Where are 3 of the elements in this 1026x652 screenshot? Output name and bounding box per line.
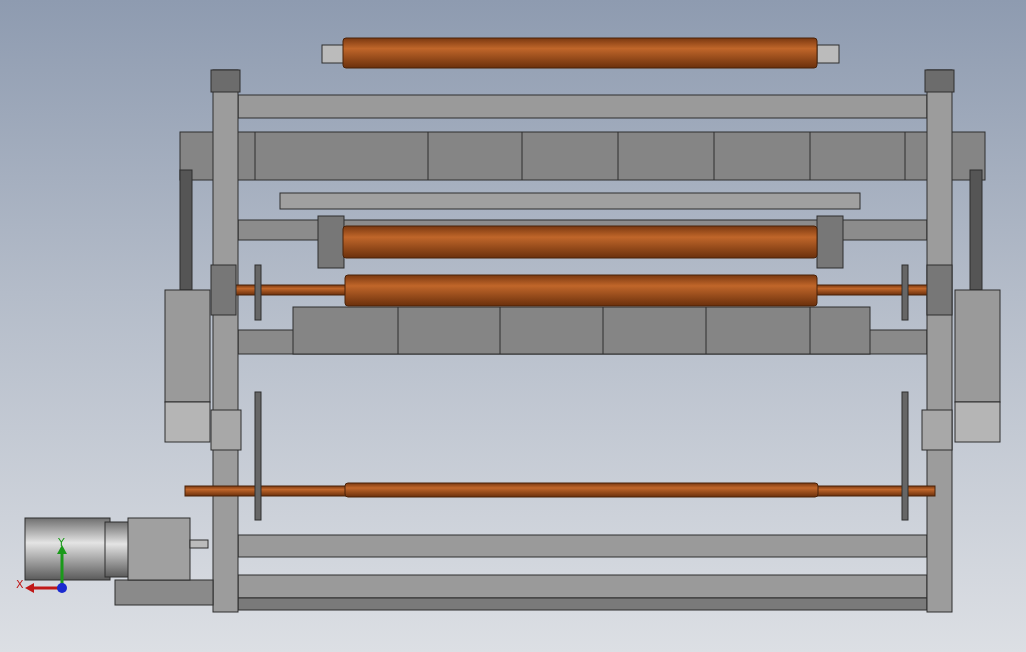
axis-label: Y bbox=[58, 536, 65, 549]
axis-triad-icon bbox=[25, 545, 67, 593]
axis-label: X bbox=[16, 578, 24, 591]
